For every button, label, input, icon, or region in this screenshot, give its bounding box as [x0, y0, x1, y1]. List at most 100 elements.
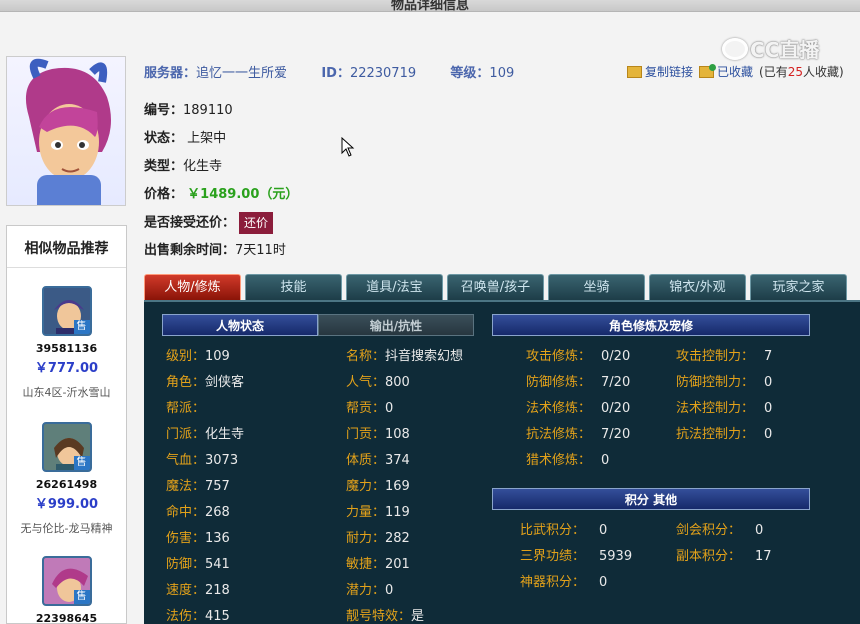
bargain-button[interactable]: 还价: [239, 212, 274, 234]
stat-row: 攻击修炼： 0/20: [526, 345, 630, 364]
stat-label: 抗法控制力：: [676, 427, 755, 442]
recommend-id: 22398645: [35, 612, 98, 624]
stat-value: 0: [599, 575, 608, 590]
stat-value: 415: [205, 609, 230, 624]
stat-row: 体质：374: [346, 449, 410, 468]
stat-row: 门贡：108: [346, 423, 410, 442]
stat-label: 帮贡：: [346, 401, 386, 416]
stat-label: 剑会积分：: [676, 523, 742, 538]
stat-value: 5939: [599, 549, 633, 564]
stat-value: 是: [411, 609, 425, 624]
favorite-button[interactable]: 已收藏: [699, 63, 753, 80]
stat-row: 人气：800: [346, 371, 410, 390]
stat-row: 速度：218: [166, 579, 230, 598]
stat-label: 神器积分：: [520, 575, 586, 590]
stat-value: 169: [385, 479, 410, 494]
recommend-price: ￥777.00: [34, 361, 99, 376]
tab-items[interactable]: 道具/法宝: [346, 274, 443, 300]
stream-watermark: CC直播: [722, 34, 819, 63]
page-header-bar: 物品详细信息: [0, 0, 860, 12]
tab-player-home[interactable]: 玩家之家: [750, 274, 847, 300]
stat-label: 敏捷：: [346, 557, 386, 572]
stat-label: 门派：: [166, 427, 206, 442]
sidebar-title: 相似物品推荐: [7, 226, 126, 268]
stat-label: 比武积分：: [520, 523, 586, 538]
stat-value: 0/20: [601, 349, 631, 364]
similar-items-sidebar: 相似物品推荐 售 39581136 ￥777.00 山东4区-沂水雪山 售 26…: [6, 225, 127, 624]
stat-value: 0: [764, 401, 773, 416]
character-avatar: [6, 56, 126, 206]
stat-label: 潜力：: [346, 583, 386, 598]
detail-tabs: 人物/修炼 技能 道具/法宝 召唤兽/孩子 坐骑 锦衣/外观 玩家之家: [144, 274, 860, 300]
recommend-thumbnail[interactable]: 售: [41, 286, 92, 336]
serial-row: 编号：189110: [144, 103, 233, 118]
stat-row: 法术控制力： 0: [676, 397, 772, 416]
recommend-id: 26261498: [35, 478, 98, 491]
tab-character[interactable]: 人物/修炼: [144, 274, 241, 300]
stat-label: 副本积分：: [676, 549, 742, 564]
stat-label: 猎术修炼：: [526, 453, 592, 468]
stat-value: 7/20: [601, 427, 631, 442]
stat-row: 防御：541: [166, 553, 230, 572]
stat-row: 比武积分： 0: [520, 519, 607, 538]
stat-value: 0: [764, 375, 773, 390]
stat-row: 三界功绩： 5939: [520, 545, 632, 564]
stat-label: 人气：: [346, 375, 386, 390]
subtab-character-status[interactable]: 人物状态: [162, 314, 318, 336]
tab-appearance[interactable]: 锦衣/外观: [649, 274, 746, 300]
favorite-count: (已有25人收藏): [759, 65, 844, 79]
stat-label: 速度：: [166, 583, 206, 598]
stat-row: 攻击控制力： 7: [676, 345, 772, 364]
stat-row: 神器积分： 0: [520, 571, 607, 590]
stat-row: 防御控制力： 0: [676, 371, 772, 390]
recommend-id: 39581136: [35, 342, 98, 355]
stat-value: 抖音搜索幻想: [385, 349, 464, 364]
stat-label: 防御控制力：: [676, 375, 755, 390]
stat-value: 0/20: [601, 401, 631, 416]
item-actions: 复制链接 已收藏 (已有25人收藏): [627, 63, 844, 80]
stat-row: 门派：化生寺: [166, 423, 244, 442]
folder-icon: [627, 65, 642, 78]
recommend-thumbnail[interactable]: 售: [41, 422, 92, 472]
copy-link-button[interactable]: 复制链接: [627, 63, 693, 80]
recommend-item[interactable]: 售 26261498 ￥999.00 无与伦比-龙马精神: [7, 422, 126, 536]
stat-row: 抗法修炼： 7/20: [526, 423, 630, 442]
stat-row: 级别：109: [166, 345, 230, 364]
recommend-item[interactable]: 售 39581136 ￥777.00 山东4区-沂水雪山: [7, 286, 126, 400]
stat-label: 魔力：: [346, 479, 386, 494]
tab-pets[interactable]: 召唤兽/孩子: [447, 274, 544, 300]
stat-value: 17: [755, 549, 772, 564]
subtab-output-resist[interactable]: 输出/抗性: [318, 314, 474, 336]
price-value: ￥1489.00（元）: [187, 187, 299, 202]
stat-value: 0: [601, 453, 610, 468]
stat-row: 猎术修炼： 0: [526, 449, 609, 468]
bargain-row: 是否接受还价： 还价: [144, 212, 298, 240]
stat-label: 耐力：: [346, 531, 386, 546]
stat-row: 副本积分： 17: [676, 545, 772, 564]
page-title: 物品详细信息: [390, 0, 469, 12]
stat-label: 攻击控制力：: [676, 349, 755, 364]
stat-label: 靓号特效：: [346, 609, 412, 624]
favorite-add-icon: [699, 63, 717, 78]
stat-label: 气血：: [166, 453, 206, 468]
stat-row: 敏捷：201: [346, 553, 410, 572]
tab-skills[interactable]: 技能: [245, 274, 342, 300]
stat-value: 0: [599, 523, 608, 538]
sell-badge: 售: [73, 320, 90, 334]
stat-row: 耐力：282: [346, 527, 410, 546]
recommend-thumbnail[interactable]: 售: [41, 556, 92, 606]
stat-value: 109: [205, 349, 230, 364]
stat-label: 法伤：: [166, 609, 206, 624]
stat-label: 防御：: [166, 557, 206, 572]
stat-value: 剑侠客: [205, 375, 245, 390]
stat-label: 级别：: [166, 349, 206, 364]
stat-value: 0: [385, 401, 394, 416]
sell-badge: 售: [73, 456, 90, 470]
mouse-cursor-icon: [341, 136, 355, 161]
tab-mounts[interactable]: 坐骑: [548, 274, 645, 300]
recommend-item[interactable]: 售 22398645: [7, 556, 126, 624]
status-row: 状态： 上架中: [144, 131, 227, 146]
stat-row: 抗法控制力： 0: [676, 423, 772, 442]
stat-row: 力量：119: [346, 501, 410, 520]
stat-label: 法术修炼：: [526, 401, 592, 416]
